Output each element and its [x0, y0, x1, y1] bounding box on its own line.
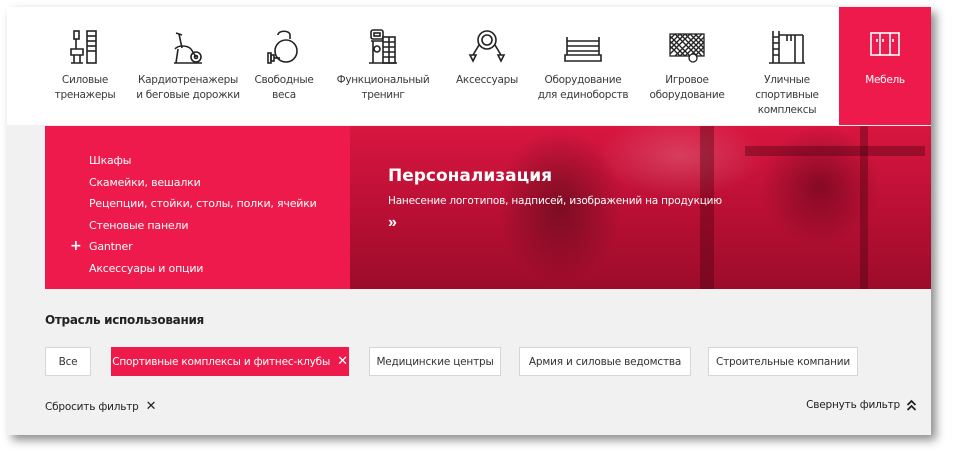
submenu-item-accessories[interactable]: Аксессуары и опции — [89, 258, 317, 280]
filter-chip-all[interactable]: Все — [45, 347, 91, 376]
outdoor-bars-icon — [767, 27, 807, 67]
nav-item-label: Кардиотренажеры и беговые дорожки — [136, 74, 240, 101]
nav-item-strength[interactable]: Силовые тренажеры — [45, 7, 125, 125]
promo-banner[interactable]: Персонализация Нанесение логотипов, надп… — [350, 126, 931, 289]
nav-item-label: Силовые тренажеры — [54, 74, 116, 101]
double-chevron-up-icon — [906, 399, 917, 411]
close-icon: ✕ — [145, 399, 157, 414]
promo-background-detail — [700, 126, 714, 289]
nav-item-functional[interactable]: Функциональный тренинг — [329, 7, 437, 125]
submenu-list: Шкафы Скамейки, вешалки Рецепции, стойки… — [70, 150, 317, 280]
nav-item-free-weights[interactable]: Свободные веса — [249, 7, 319, 125]
submenu-item-benches[interactable]: Скамейки, вешалки — [89, 172, 317, 194]
filter-chip-sports-complexes[interactable]: Спортивные комплексы и фитнес-клубы ✕ — [111, 347, 349, 376]
promo-title: Персонализация — [388, 166, 553, 186]
nav-item-games[interactable]: Игровое оборудование — [639, 7, 735, 125]
nav-item-cardio[interactable]: Кардиотренажеры и беговые дорожки — [133, 7, 243, 125]
double-chevron-right-icon[interactable]: » — [388, 214, 397, 232]
filter-title: Отрасль использования — [45, 313, 204, 327]
fitness-ring-icon — [467, 27, 507, 67]
goal-net-icon — [667, 27, 707, 67]
submenu-item-gantner[interactable]: + Gantner — [70, 236, 317, 258]
promo-background-detail — [745, 146, 925, 156]
exercise-bike-icon — [168, 27, 208, 67]
filter-chip-medical[interactable]: Медицинские центры — [369, 347, 501, 376]
submenu-item-receptions[interactable]: Рецепции, стойки, столы, полки, ячейки — [89, 193, 317, 215]
filter-chip-construction[interactable]: Строительные компании — [708, 347, 858, 376]
close-icon[interactable]: ✕ — [337, 354, 348, 369]
kettlebell-icon — [264, 27, 304, 67]
nav-item-martial-arts[interactable]: Оборудование для единоборств — [531, 7, 635, 125]
nav-item-accessories[interactable]: Аксессуары — [447, 7, 527, 125]
submenu-item-wall-panels[interactable]: Стеновые панели — [89, 215, 317, 237]
catalog-frame: Силовые тренажеры Кардиотренажеры и бего… — [7, 7, 931, 435]
strength-machine-icon — [65, 27, 105, 67]
nav-item-label: Аксессуары — [456, 74, 518, 86]
nav-item-label: Функциональный тренинг — [336, 74, 430, 101]
nav-item-label: Уличные спортивные комплексы — [755, 74, 819, 116]
promo-background-detail — [860, 126, 868, 289]
nav-item-furniture[interactable]: Мебель — [839, 7, 931, 125]
locker-icon — [865, 27, 905, 67]
nav-item-label: Свободные веса — [254, 74, 314, 101]
nav-item-outdoor[interactable]: Уличные спортивные комплексы — [735, 7, 839, 125]
submenu-item-lockers[interactable]: Шкафы — [89, 150, 317, 172]
filter-chip-army[interactable]: Армия и силовые ведомства — [519, 347, 691, 376]
nav-item-label: Оборудование для единоборств — [537, 74, 629, 101]
promo-subtitle: Нанесение логотипов, надписей, изображен… — [388, 195, 722, 207]
nav-item-label: Игровое оборудование — [649, 74, 725, 101]
boxing-ring-icon — [563, 27, 603, 67]
expand-plus-icon[interactable]: + — [70, 236, 82, 258]
reset-filter-button[interactable]: Сбросить фильтр ✕ — [45, 399, 157, 414]
nav-item-label: Мебель — [865, 74, 905, 86]
collapse-filter-button[interactable]: Свернуть фильтр — [806, 399, 917, 411]
category-nav: Силовые тренажеры Кардиотренажеры и бего… — [7, 7, 931, 125]
furniture-submenu-panel: Шкафы Скамейки, вешалки Рецепции, стойки… — [45, 126, 931, 289]
functional-rack-icon — [363, 27, 403, 67]
